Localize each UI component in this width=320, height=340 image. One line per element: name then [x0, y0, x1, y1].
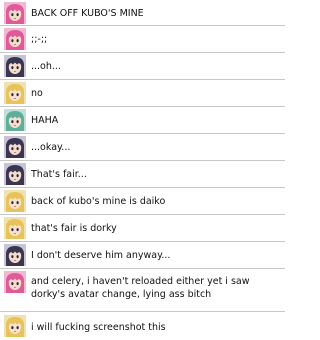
blonde-girl-avatar-icon — [4, 82, 26, 104]
chat-log: BACK OFF KUBO'S MINE ;;-;; ...oh... no H… — [0, 0, 285, 340]
dark-haired-boy-avatar-icon — [4, 244, 26, 266]
message-text: ;;-;; — [31, 34, 48, 45]
chat-message-row: That's fair... — [0, 161, 285, 188]
blonde-girl-avatar-icon — [4, 190, 26, 212]
message-text: back of kubo's mine is daiko — [31, 196, 166, 207]
chat-message-row: ...oh... — [0, 53, 285, 80]
chat-message-row: HAHA — [0, 107, 285, 134]
message-text: i will fucking screenshot this — [31, 322, 166, 333]
blonde-girl-avatar-icon — [4, 217, 26, 239]
pink-haired-girl-avatar-icon — [4, 271, 26, 293]
chat-message-row: and celery, i haven't reloaded either ye… — [0, 269, 285, 312]
message-text: no — [31, 88, 43, 99]
dark-haired-boy-avatar-icon — [4, 136, 26, 158]
message-text: That's fair... — [31, 169, 87, 180]
chat-message-row: ;;-;; — [0, 26, 285, 53]
blonde-girl-avatar-icon — [4, 315, 26, 337]
chat-message-row: ...okay... — [0, 134, 285, 161]
pink-haired-girl-avatar-icon — [4, 28, 26, 50]
message-text: that's fair is dorky — [31, 223, 117, 234]
dark-haired-boy-avatar-icon — [4, 55, 26, 77]
chat-message-row: I don't deserve him anyway... — [0, 242, 285, 269]
message-text: HAHA — [31, 115, 59, 126]
chat-message-row: that's fair is dorky — [0, 215, 285, 242]
green-haired-boy-avatar-icon — [4, 109, 26, 131]
message-text: I don't deserve him anyway... — [31, 250, 171, 261]
chat-message-row: back of kubo's mine is daiko — [0, 188, 285, 215]
message-text: BACK OFF KUBO'S MINE — [31, 8, 144, 19]
dark-haired-boy-avatar-icon — [4, 163, 26, 185]
message-text: ...oh... — [31, 61, 61, 72]
chat-message-row: no — [0, 80, 285, 107]
chat-message-row: i will fucking screenshot this — [0, 312, 285, 340]
chat-message-row: BACK OFF KUBO'S MINE — [0, 0, 285, 26]
message-text: and celery, i haven't reloaded either ye… — [31, 276, 250, 300]
message-text: ...okay... — [31, 142, 71, 153]
pink-haired-girl-avatar-icon — [4, 2, 26, 24]
